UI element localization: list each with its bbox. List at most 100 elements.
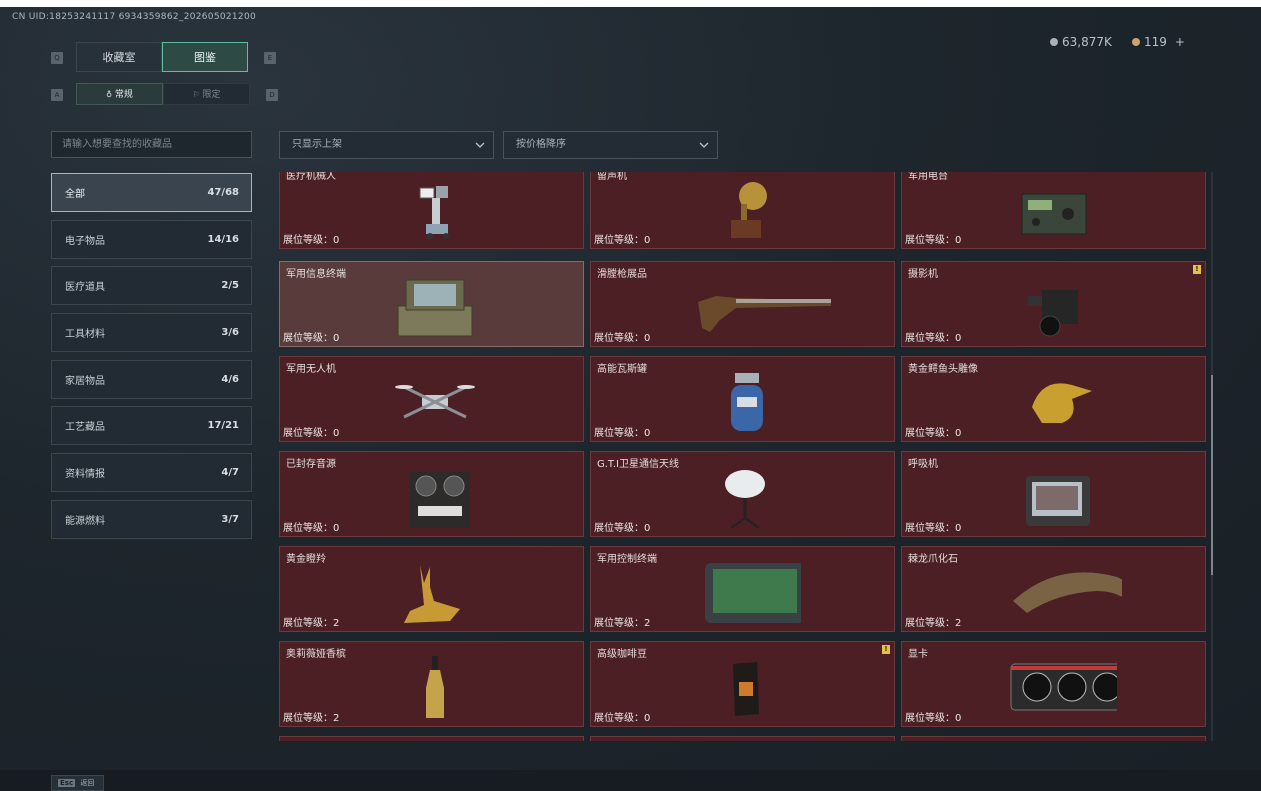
subtab-limited[interactable]: ⚐ 限定 bbox=[163, 83, 250, 105]
subtab-limited-label: 限定 bbox=[202, 90, 221, 100]
category-count: 3/6 bbox=[221, 327, 239, 338]
uid-label: CN UID:18253241117 6934359862_2026050212… bbox=[12, 12, 257, 22]
category-home[interactable]: 家居物品 4/6 bbox=[51, 360, 252, 399]
item-name: 奥莉薇娅香槟 bbox=[286, 649, 346, 660]
item-name: 摄影机 bbox=[908, 269, 938, 280]
category-energy[interactable]: 能源燃料 3/7 bbox=[51, 500, 252, 539]
gpu-icon bbox=[1010, 663, 1117, 711]
item-level: 展位等级：2 bbox=[283, 713, 340, 724]
item-card[interactable]: 医疗机械人 展位等级：0 bbox=[279, 172, 584, 249]
champagne-icon bbox=[426, 656, 444, 718]
category-electronics[interactable]: 电子物品 14/16 bbox=[51, 220, 252, 259]
item-card[interactable]: 军用控制终端 展位等级：2 bbox=[590, 546, 895, 632]
item-card[interactable]: 高能瓦斯罐 展位等级：0 bbox=[590, 356, 895, 442]
item-card[interactable]: 军用信息终端 展位等级：0 bbox=[279, 261, 584, 347]
item-name: 黄金瞪羚 bbox=[286, 554, 326, 565]
radio-icon bbox=[1021, 193, 1087, 235]
esc-key: Esc bbox=[58, 779, 76, 787]
item-level: 展位等级：2 bbox=[905, 618, 962, 629]
terminal-case-icon bbox=[397, 279, 473, 337]
add-token-button[interactable]: + bbox=[1175, 35, 1185, 49]
search-input[interactable]: 请输入想要查找的收藏品 bbox=[51, 131, 252, 158]
medical-robot-icon bbox=[419, 186, 449, 239]
musket-icon bbox=[698, 296, 831, 332]
item-name: 军用无人机 bbox=[286, 364, 336, 375]
category-count: 4/7 bbox=[221, 467, 239, 478]
shelf-filter-dropdown[interactable]: 只显示上架 bbox=[279, 131, 494, 159]
new-alert-icon: ! bbox=[882, 645, 890, 654]
item-level: 展位等级：2 bbox=[594, 618, 651, 629]
item-level: 展位等级：0 bbox=[905, 235, 962, 246]
camera-icon bbox=[1028, 290, 1078, 337]
control-terminal-icon bbox=[705, 563, 801, 623]
coin-icon bbox=[1050, 38, 1058, 46]
grid-scroll-thumb[interactable] bbox=[1211, 375, 1213, 575]
item-card[interactable]: 棘龙爪化石 展位等级：2 bbox=[901, 546, 1206, 632]
chevron-down-icon bbox=[475, 142, 485, 148]
ventilator-icon bbox=[1026, 476, 1090, 526]
gas-canister-icon bbox=[731, 373, 763, 431]
subtab-regular-label: 常规 bbox=[114, 90, 133, 100]
item-name: 已封存音源 bbox=[286, 459, 336, 470]
item-card[interactable]: 黄金鳄鱼头雕像 展位等级：0 bbox=[901, 356, 1206, 442]
sort-dropdown[interactable]: 按价格降序 bbox=[503, 131, 718, 159]
item-card[interactable]: 摄影机 ! 展位等级：0 bbox=[901, 261, 1206, 347]
category-label: 家居物品 bbox=[65, 376, 105, 387]
category-label: 电子物品 bbox=[65, 236, 105, 247]
item-card[interactable] bbox=[901, 736, 1206, 741]
item-card[interactable] bbox=[590, 736, 895, 741]
item-card[interactable]: G.T.I卫星通信天线 展位等级：0 bbox=[590, 451, 895, 537]
item-card[interactable]: 军用无人机 展位等级：0 bbox=[279, 356, 584, 442]
item-card[interactable]: 呼吸机 展位等级：0 bbox=[901, 451, 1206, 537]
item-name: G.T.I卫星通信天线 bbox=[597, 459, 679, 470]
croc-statue-icon bbox=[1032, 383, 1092, 423]
item-card[interactable]: 奥莉薇娅香槟 展位等级：2 bbox=[279, 641, 584, 727]
token-icon bbox=[1132, 38, 1140, 46]
item-level: 展位等级：0 bbox=[594, 428, 651, 439]
category-all[interactable]: 全部 47/68 bbox=[51, 173, 252, 212]
item-level: 展位等级：0 bbox=[594, 523, 651, 534]
item-card[interactable]: 已封存音源 展位等级：0 bbox=[279, 451, 584, 537]
tab-catalog[interactable]: 图鉴 bbox=[162, 42, 248, 72]
category-count: 3/7 bbox=[221, 514, 239, 525]
gazelle-icon bbox=[404, 565, 460, 623]
tab-collection-room[interactable]: 收藏室 bbox=[76, 42, 162, 72]
drone-icon bbox=[395, 385, 475, 419]
item-card[interactable]: 黄金瞪羚 展位等级：2 bbox=[279, 546, 584, 632]
item-name: 高级咖啡豆 bbox=[597, 649, 647, 660]
top-strip bbox=[0, 0, 1261, 7]
new-alert-icon: ! bbox=[1193, 265, 1201, 274]
category-tools[interactable]: 工具材料 3/6 bbox=[51, 313, 252, 352]
main-tabs: 收藏室 图鉴 bbox=[76, 42, 248, 72]
item-card[interactable]: 高级咖啡豆 ! 展位等级：0 bbox=[590, 641, 895, 727]
item-level: 展位等级：0 bbox=[594, 713, 651, 724]
coin-balance: 63,877K bbox=[1050, 35, 1112, 49]
item-level: 展位等级：0 bbox=[283, 333, 340, 344]
item-level: 展位等级：0 bbox=[905, 713, 962, 724]
category-label: 全部 bbox=[65, 189, 85, 200]
token-balance: 119 + bbox=[1132, 35, 1185, 49]
category-label: 能源燃料 bbox=[65, 516, 105, 527]
category-medical[interactable]: 医疗道具 2/5 bbox=[51, 266, 252, 305]
key-q: Q bbox=[51, 52, 63, 64]
regular-icon: ♁ bbox=[106, 90, 112, 99]
item-level: 展位等级：2 bbox=[283, 618, 340, 629]
coin-value: 63,877K bbox=[1062, 35, 1112, 49]
item-level: 展位等级：0 bbox=[283, 523, 340, 534]
back-button[interactable]: Esc 返回 bbox=[51, 775, 104, 791]
item-level: 展位等级：0 bbox=[283, 428, 340, 439]
satellite-dish-icon bbox=[725, 470, 765, 529]
category-crafts[interactable]: 工艺藏品 17/21 bbox=[51, 406, 252, 445]
item-card[interactable]: 军用电台 展位等级：0 bbox=[901, 172, 1206, 249]
item-card[interactable]: 留声机 展位等级：0 bbox=[590, 172, 895, 249]
category-count: 4/6 bbox=[221, 374, 239, 385]
item-card[interactable]: 滑膛枪展品 展位等级：0 bbox=[590, 261, 895, 347]
token-value: 119 bbox=[1144, 35, 1167, 49]
category-count: 47/68 bbox=[207, 187, 239, 198]
category-intel[interactable]: 资料情报 4/7 bbox=[51, 453, 252, 492]
sort-label: 按价格降序 bbox=[516, 139, 566, 150]
item-card[interactable] bbox=[279, 736, 584, 741]
subtab-regular[interactable]: ♁ 常规 bbox=[76, 83, 163, 105]
item-card[interactable]: 显卡 展位等级：0 bbox=[901, 641, 1206, 727]
key-a: A bbox=[51, 89, 63, 101]
